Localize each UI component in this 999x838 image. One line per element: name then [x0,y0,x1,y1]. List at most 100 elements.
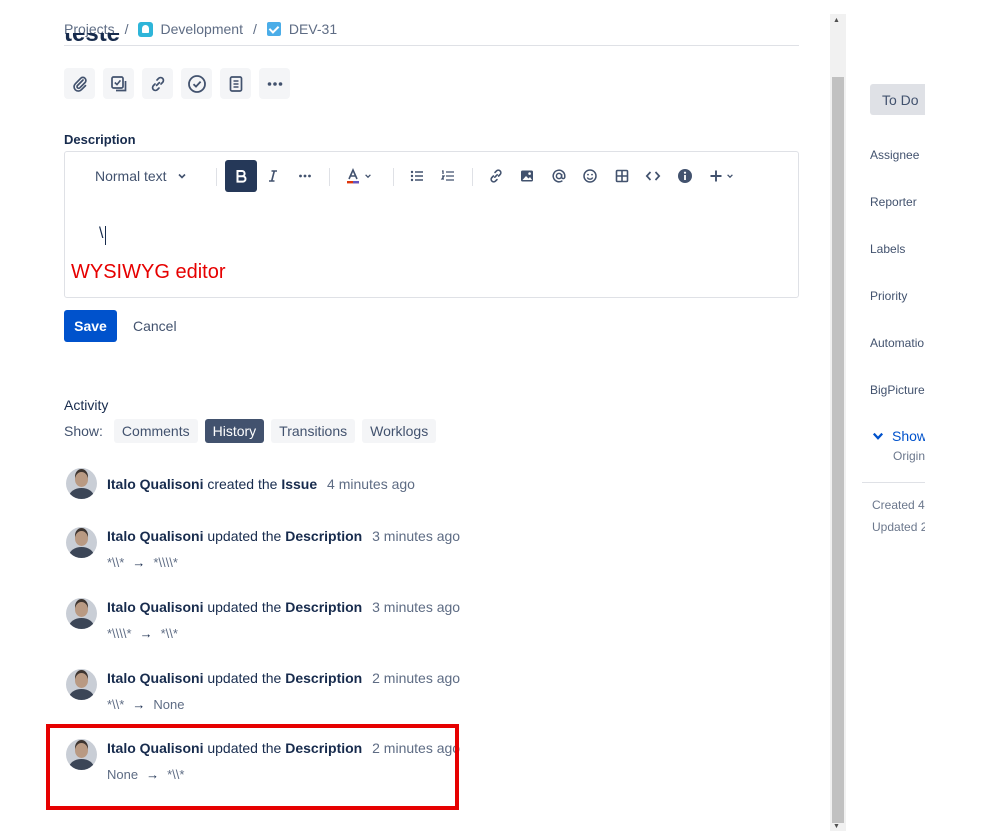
create-subtask-button[interactable] [103,68,134,99]
annotation-highlight-box [46,724,459,810]
emoji-button[interactable] [576,160,604,192]
text-style-dropdown[interactable]: Normal text [95,160,193,192]
tab-history[interactable]: History [204,419,265,443]
at-sign-icon [552,169,566,183]
table-button[interactable] [608,160,636,192]
status-dropdown[interactable]: To Do [870,84,925,115]
old-value: *\\* [107,697,125,712]
insert-more-button[interactable] [705,160,737,192]
field-assignee: Assignee [870,148,920,162]
image-button[interactable] [513,160,541,192]
link-button[interactable] [482,160,510,192]
link-issue-button[interactable] [142,68,173,99]
header-divider [64,45,799,46]
toolbar-divider [216,168,217,186]
italic-button[interactable] [259,160,287,192]
field-labels: Labels [870,242,906,256]
project-icon [138,21,154,37]
editor-content[interactable]: \ [99,225,103,243]
avatar[interactable] [66,468,97,499]
author-name[interactable]: Italo Qualisoni [107,528,203,544]
bold-icon [236,170,247,183]
origin-label: Origin [893,449,925,463]
more-horizontal-icon [299,174,311,178]
history-entry: Italo Qualisoni updated the Description … [66,598,460,643]
bold-button[interactable] [225,160,257,192]
bullet-list-button[interactable] [403,160,431,192]
old-value: *\\* [107,555,125,570]
action-text: updated the [207,670,282,686]
cancel-button[interactable]: Cancel [125,310,185,342]
issue-title[interactable]: teste [64,33,120,45]
code-button[interactable] [639,160,667,192]
field-reporter: Reporter [870,195,917,209]
activity-heading: Activity [64,397,109,413]
action-text: updated the [207,599,282,615]
avatar[interactable] [66,598,97,629]
timestamp[interactable]: 2 minutes ago [372,670,460,686]
updated-date: Updated 2 [872,520,925,534]
history-entry: Italo Qualisoni updated the Description … [66,669,460,714]
breadcrumb-issue-key[interactable]: DEV-31 [289,21,337,37]
italic-icon [269,170,277,182]
change-detail: *\\* → None [107,696,460,714]
change-detail: *\\* → *\\\\* [107,554,460,572]
field-bigpicture: BigPicture [870,383,925,397]
page-button[interactable] [220,68,251,99]
scrollbar-thumb[interactable] [832,77,844,823]
more-actions-button[interactable] [259,68,290,99]
info-icon [678,169,692,183]
save-button[interactable]: Save [64,310,117,342]
field-priority: Priority [870,289,908,303]
toolbar-divider [472,168,473,186]
show-more-button[interactable]: Show [872,428,925,444]
document-icon [229,75,242,92]
avatar[interactable] [66,669,97,700]
panel-divider [862,482,925,483]
toolbar-divider [393,168,394,186]
attach-button[interactable] [64,68,95,99]
author-name[interactable]: Italo Qualisoni [107,476,203,492]
breadcrumb-project[interactable]: Development [160,21,243,37]
info-panel-button[interactable] [671,160,699,192]
old-value: *\\\\* [107,626,132,641]
new-value: *\\\\* [153,555,178,570]
image-icon [521,170,533,182]
history-entry: Italo Qualisoni created the Issue 4 minu… [66,468,415,499]
numbered-list-button[interactable] [434,160,462,192]
new-value: None [153,697,185,712]
toolbar-divider [329,168,330,186]
issue-action-bar [64,68,290,99]
tab-transitions[interactable]: Transitions [271,419,356,443]
tab-comments[interactable]: Comments [113,419,198,443]
timestamp[interactable]: 3 minutes ago [372,528,460,544]
chevron-down-icon [726,174,733,179]
mention-button[interactable] [545,160,573,192]
scroll-up-arrow-icon[interactable]: ▲ [833,17,840,24]
checklist-button[interactable] [181,68,212,99]
author-name[interactable]: Italo Qualisoni [107,670,203,686]
change-detail: *\\\\* → *\\* [107,625,460,643]
annotation-label: WYSIWYG editor [71,261,226,283]
timestamp[interactable]: 3 minutes ago [372,599,460,615]
task-checkbox-icon [266,22,281,36]
text-color-button[interactable] [341,160,375,192]
text-cursor [105,226,106,245]
field-name: Description [285,599,363,615]
tab-worklogs[interactable]: Worklogs [362,419,437,443]
avatar[interactable] [66,527,97,558]
timestamp[interactable]: 4 minutes ago [327,476,415,492]
more-formatting-button[interactable] [291,160,319,192]
chevron-down-icon [178,173,186,179]
field-name: Description [285,670,363,686]
author-name[interactable]: Italo Qualisoni [107,599,203,615]
scroll-down-arrow-icon[interactable]: ▼ [833,823,840,830]
text-color-icon [346,168,359,184]
editor-toolbar: Normal text [65,160,798,192]
field-name: Issue [281,476,318,492]
link-icon [490,169,502,183]
arrow-right-icon: → [132,555,146,570]
breadcrumb-separator: / [124,21,129,37]
description-editor[interactable]: Normal text \ WYSIWYG editor [64,151,799,298]
arrow-right-icon: → [132,697,146,712]
